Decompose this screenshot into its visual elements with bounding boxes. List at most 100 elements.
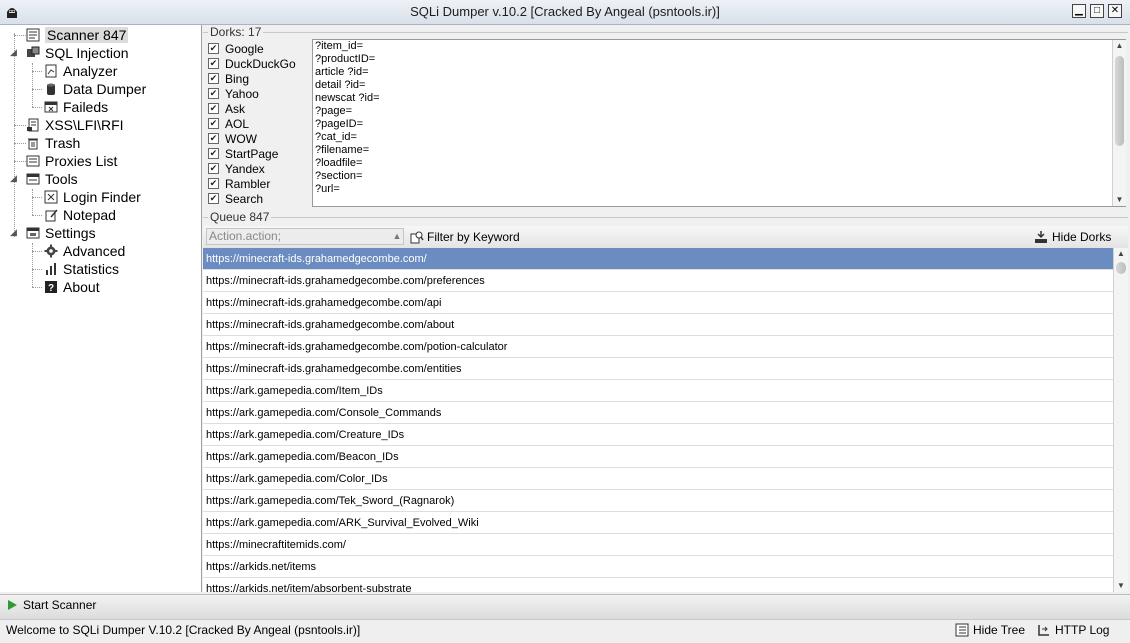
tree-item-sql-injection[interactable]: SQL Injection xyxy=(26,44,129,62)
tree-item-settings[interactable]: Settings xyxy=(26,224,96,242)
proxy-list-icon xyxy=(26,155,40,167)
hide-dorks-button[interactable]: Hide Dorks xyxy=(1034,228,1111,246)
queue-row[interactable]: https://arkids.net/item/absorbent-substr… xyxy=(203,578,1113,592)
tree-item-advanced[interactable]: Advanced xyxy=(44,242,125,260)
collapse-tools-icon[interactable]: ◢ xyxy=(10,173,18,184)
tree-item-scanner[interactable]: Scanner 847 xyxy=(26,26,129,44)
scroll-down-icon[interactable]: ▼ xyxy=(1114,580,1128,592)
dorks-legend: Dorks: 17 xyxy=(208,25,264,39)
check-icon: ✔ xyxy=(208,163,219,174)
tree-item-trash[interactable]: Trash xyxy=(26,134,80,152)
tree-label-advanced: Advanced xyxy=(63,243,126,259)
tools-icon xyxy=(26,173,40,185)
queue-row[interactable]: https://minecraft-ids.grahamedgecombe.co… xyxy=(203,270,1113,292)
queue-row[interactable]: https://ark.gamepedia.com/Console_Comman… xyxy=(203,402,1113,424)
tree-item-notepad[interactable]: Notepad xyxy=(44,206,116,224)
tree-label-about: About xyxy=(63,279,100,295)
dork-line: detail ?id= xyxy=(315,79,366,91)
tree-label-data-dumper: Data Dumper xyxy=(63,81,147,97)
minimize-button[interactable]: ▁ xyxy=(1072,4,1086,18)
engine-yandex-checkbox[interactable]: ✔ Yandex xyxy=(208,161,265,176)
engine-wow-checkbox[interactable]: ✔ WOW xyxy=(208,131,257,146)
tree-label-trash: Trash xyxy=(45,135,81,151)
notepad-icon xyxy=(45,209,58,222)
collapse-settings-icon[interactable]: ◢ xyxy=(10,227,18,238)
queue-scrollbar[interactable]: ▲ ▼ xyxy=(1113,248,1128,592)
queue-list[interactable]: https://minecraft-ids.grahamedgecombe.co… xyxy=(203,248,1113,592)
start-scanner-button[interactable]: Start Scanner xyxy=(6,598,96,612)
check-icon: ✔ xyxy=(208,193,219,204)
queue-row[interactable]: https://ark.gamepedia.com/Tek_Sword_(Rag… xyxy=(203,490,1113,512)
tree-label-analyzer: Analyzer xyxy=(63,63,118,79)
scroll-up-icon[interactable]: ▲ xyxy=(1114,248,1128,260)
tree-item-tools[interactable]: Tools xyxy=(26,170,78,188)
engine-rambler-checkbox[interactable]: ✔ Rambler xyxy=(208,176,270,191)
filter-by-keyword-button[interactable]: Filter by Keyword xyxy=(410,228,520,246)
engine-search-checkbox[interactable]: ✔ Search xyxy=(208,191,263,206)
dork-line: ?filename= xyxy=(315,144,370,156)
check-icon: ✔ xyxy=(208,88,219,99)
hide-dorks-label: Hide Dorks xyxy=(1052,230,1112,244)
queue-row[interactable]: https://ark.gamepedia.com/Beacon_IDs xyxy=(203,446,1113,468)
queue-row[interactable]: https://minecraft-ids.grahamedgecombe.co… xyxy=(203,314,1113,336)
queue-row[interactable]: https://ark.gamepedia.com/Item_IDs xyxy=(203,380,1113,402)
engine-startpage-checkbox[interactable]: ✔ StartPage xyxy=(208,146,278,161)
close-button[interactable]: ✕ xyxy=(1108,4,1122,18)
tree-label-notepad: Notepad xyxy=(63,207,116,223)
dorks-scrollbar-thumb[interactable] xyxy=(1115,56,1124,146)
engine-google-checkbox[interactable]: ✔ Google xyxy=(208,41,264,56)
engine-bing-checkbox[interactable]: ✔ Bing xyxy=(208,71,249,86)
hide-tree-button[interactable]: Hide Tree xyxy=(955,623,1025,637)
queue-row[interactable]: https://ark.gamepedia.com/Color_IDs xyxy=(203,468,1113,490)
queue-row[interactable]: https://ark.gamepedia.com/Creature_IDs xyxy=(203,424,1113,446)
queue-row[interactable]: https://arkids.net/items xyxy=(203,556,1113,578)
dork-line: ?section= xyxy=(315,170,363,182)
sql-injection-icon xyxy=(27,46,40,57)
tree-item-xss-lfi-rfi[interactable]: XSS\LFI\RFI xyxy=(26,116,124,134)
dorks-scrollbar[interactable]: ▲ ▼ xyxy=(1112,40,1126,206)
engine-aol-checkbox[interactable]: ✔ AOL xyxy=(208,116,249,131)
tree-label-tools: Tools xyxy=(45,171,78,187)
tree-label-settings: Settings xyxy=(45,225,96,241)
engine-duckduckgo-checkbox[interactable]: ✔ DuckDuckGo xyxy=(208,56,296,71)
check-icon: ✔ xyxy=(208,148,219,159)
maximize-button[interactable]: □ xyxy=(1090,4,1104,18)
queue-legend: Queue 847 xyxy=(208,210,272,224)
login-finder-icon xyxy=(44,190,58,204)
queue-row[interactable]: https://minecraft-ids.grahamedgecombe.co… xyxy=(203,292,1113,314)
trash-icon xyxy=(28,138,38,150)
scroll-up-icon[interactable]: ▲ xyxy=(1113,40,1126,52)
hide-tree-label: Hide Tree xyxy=(973,623,1026,637)
collapse-sql-injection-icon[interactable]: ◢ xyxy=(10,47,18,58)
dork-line: ?url= xyxy=(315,183,340,195)
queue-row[interactable]: https://minecraft-ids.grahamedgecombe.co… xyxy=(203,248,1113,270)
action-filter-input[interactable]: Action.action; xyxy=(206,228,404,245)
tree-label-login-finder: Login Finder xyxy=(63,189,141,205)
http-log-button[interactable]: HTTP Log xyxy=(1037,623,1109,637)
queue-scrollbar-thumb[interactable] xyxy=(1116,262,1126,274)
tree-item-statistics[interactable]: Statistics xyxy=(44,260,119,278)
dorks-textarea[interactable]: ?item_id= ?productID= article ?id= detai… xyxy=(312,39,1126,207)
tree-item-faileds[interactable]: Faileds xyxy=(44,98,108,116)
tree-label-proxies-list: Proxies List xyxy=(45,153,118,169)
tree-item-proxies-list[interactable]: Proxies List xyxy=(26,152,117,170)
tree-item-analyzer[interactable]: Analyzer xyxy=(44,62,117,80)
queue-row[interactable]: https://ark.gamepedia.com/ARK_Survival_E… xyxy=(203,512,1113,534)
statistics-icon xyxy=(46,263,56,275)
queue-row[interactable]: https://minecraft-ids.grahamedgecombe.co… xyxy=(203,358,1113,380)
engine-yahoo-checkbox[interactable]: ✔ Yahoo xyxy=(208,86,259,101)
queue-row[interactable]: https://minecraft-ids.grahamedgecombe.co… xyxy=(203,336,1113,358)
queue-groupbox xyxy=(203,217,1128,218)
filter-magnifier-icon xyxy=(410,231,424,244)
tree-item-login-finder[interactable]: Login Finder xyxy=(44,188,141,206)
tree-label-xss-lfi-rfi: XSS\LFI\RFI xyxy=(45,117,124,133)
tree-item-data-dumper[interactable]: Data Dumper xyxy=(44,80,146,98)
tree-icon xyxy=(955,623,969,637)
tree-item-about[interactable]: ? About xyxy=(44,278,100,296)
dork-line: ?page= xyxy=(315,105,353,117)
engine-ask-checkbox[interactable]: ✔ Ask xyxy=(208,101,245,116)
scroll-down-icon[interactable]: ▼ xyxy=(1113,194,1126,206)
check-icon: ✔ xyxy=(208,103,219,114)
queue-row[interactable]: https://minecraftitemids.com/ xyxy=(203,534,1113,556)
spin-arrows-icon[interactable]: ▲ xyxy=(390,228,404,245)
